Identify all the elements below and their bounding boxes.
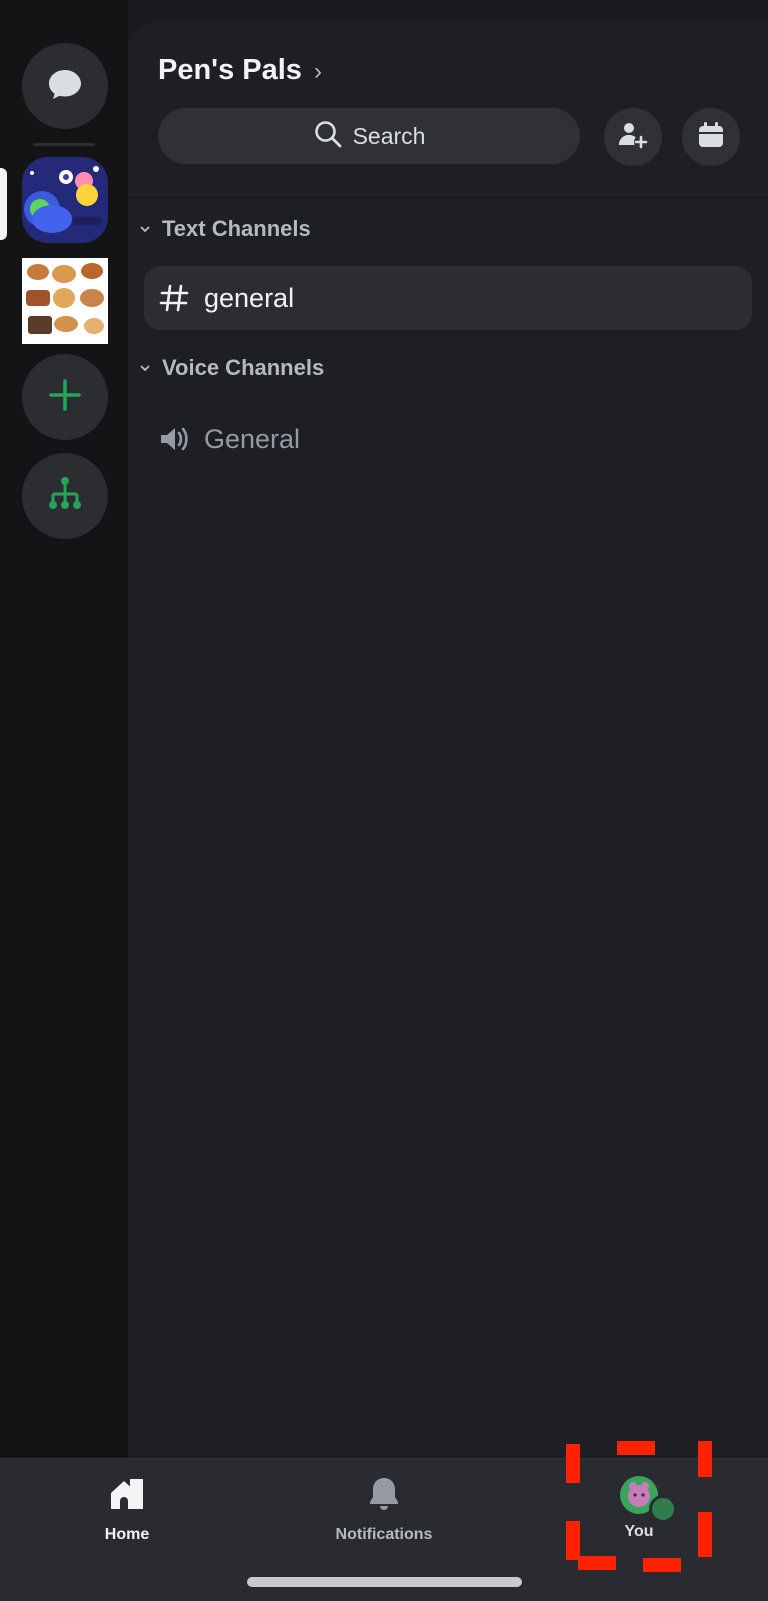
voice-channel-name: General	[204, 423, 301, 454]
add-server-icon	[47, 377, 83, 418]
events-button[interactable]	[682, 108, 740, 166]
server-rail	[0, 0, 128, 1458]
chevron-down-icon	[138, 355, 152, 381]
direct-messages-button[interactable]	[22, 43, 108, 129]
channel-panel: Pen's Pals › Search Text Channels genera…	[128, 22, 768, 1458]
speaker-icon	[144, 423, 204, 455]
bell-icon	[365, 1475, 403, 1518]
channel-name: general	[204, 282, 295, 313]
calendar-icon	[696, 120, 726, 155]
server-art-icon[interactable]	[22, 157, 108, 243]
direct-messages-icon	[45, 64, 85, 109]
header-divider	[128, 194, 768, 195]
category-text-channels[interactable]: Text Channels	[138, 216, 311, 242]
tab-home-label: Home	[104, 1526, 150, 1543]
pastries-server-icon[interactable]	[22, 258, 108, 344]
invite-member-icon	[617, 119, 649, 156]
status-online-dot	[649, 1495, 677, 1523]
voice-channel-general[interactable]: General	[144, 407, 752, 471]
add-server-button[interactable]	[22, 354, 108, 440]
home-icon	[108, 1475, 146, 1518]
tab-you[interactable]: You	[604, 1475, 677, 1541]
server-chevron-icon[interactable]: ›	[314, 58, 322, 86]
discover-hub-button[interactable]	[22, 453, 108, 539]
discover-hub-icon	[45, 474, 85, 519]
invite-member-button[interactable]	[604, 108, 662, 166]
avatar-icon	[619, 1475, 677, 1523]
tab-notifications-label: Notifications	[335, 1526, 433, 1543]
channel-item-general[interactable]: general	[144, 266, 752, 330]
server-name[interactable]: Pen's Pals	[158, 54, 302, 87]
tab-you-label: You	[624, 1523, 654, 1540]
hash-icon	[144, 283, 204, 313]
rail-separator	[33, 143, 95, 146]
tab-home[interactable]: Home	[92, 1475, 162, 1544]
category-voice-channels[interactable]: Voice Channels	[138, 355, 324, 381]
category-label: Voice Channels	[162, 355, 325, 380]
tab-notifications[interactable]: Notifications	[322, 1475, 446, 1544]
selected-server-indicator	[0, 168, 7, 240]
home-indicator	[247, 1577, 522, 1587]
search-label: Search	[352, 122, 426, 149]
category-label: Text Channels	[162, 216, 311, 241]
chevron-down-icon	[138, 216, 152, 242]
search-icon	[313, 119, 343, 154]
search-button[interactable]: Search	[158, 108, 580, 164]
